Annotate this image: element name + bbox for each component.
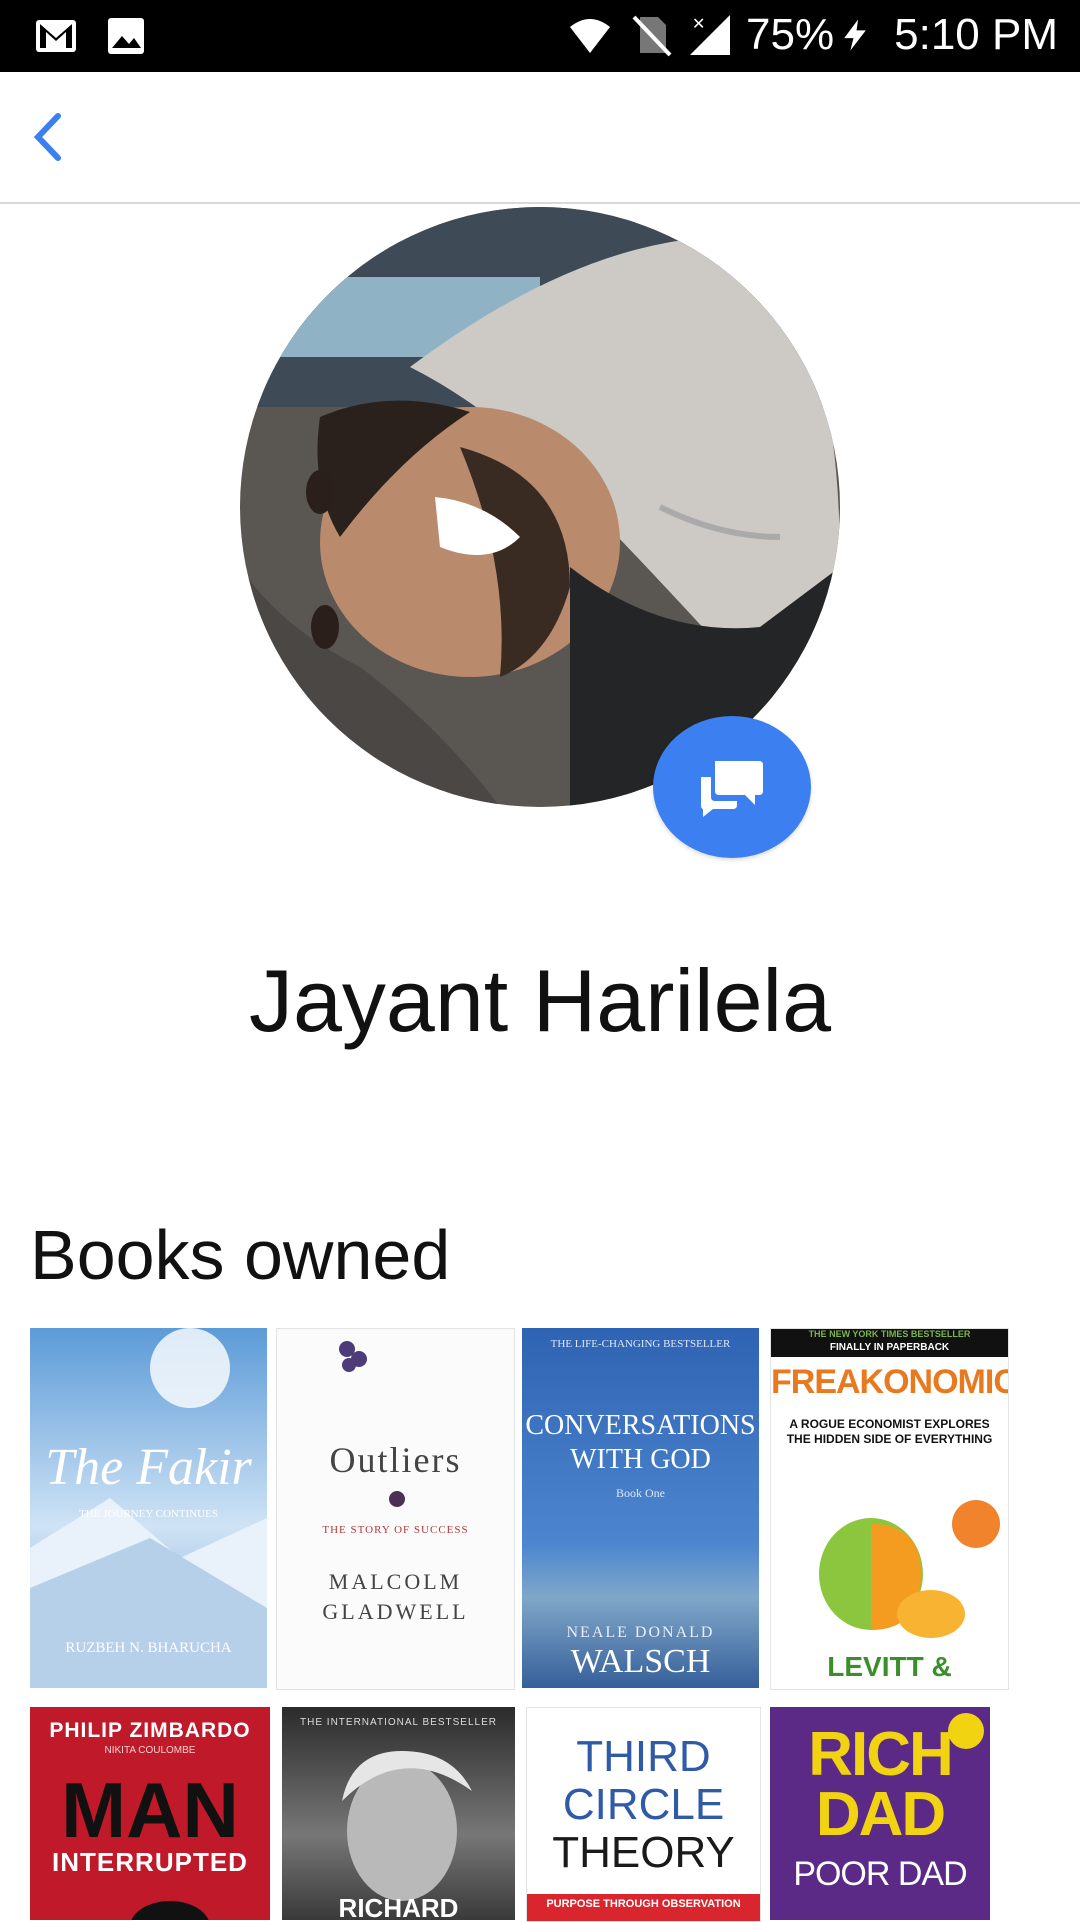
toolbar [0, 72, 1080, 204]
book-cover-conversations-with-god[interactable]: THE LIFE-CHANGING BESTSELLER CONVERSATIO… [522, 1328, 759, 1688]
book-author: MALCOLM [328, 1569, 463, 1594]
image-icon [108, 18, 144, 54]
book-subtitle: THE JOURNEY CONTINUES [79, 1508, 218, 1520]
book-title: Outliers [329, 1440, 462, 1480]
apple-orange-icon [819, 1500, 1000, 1638]
book-banner: THE INTERNATIONAL BESTSELLER [300, 1717, 497, 1728]
status-bar: ✕ 75% 5:10 PM [0, 0, 1080, 72]
signal-icon: ✕ [690, 14, 731, 55]
book-subtitle: THE STORY OF SUCCESS [322, 1524, 469, 1536]
no-sim-icon [632, 15, 672, 57]
book-volume: Book One [616, 1486, 665, 1500]
book-author: GLADWELL [322, 1599, 469, 1624]
book-cover-man-interrupted[interactable]: PHILIP ZIMBARDO NIKITA COULOMBE MAN INTE… [30, 1707, 270, 1920]
book-cover-rich-dad-poor-dad[interactable]: RICH DAD POOR DAD [770, 1707, 990, 1920]
svg-text:✕: ✕ [692, 14, 705, 33]
book-title: CONVERSATIONS [525, 1410, 756, 1441]
book-title: POOR DAD [793, 1855, 967, 1893]
book-cover-third-circle-theory[interactable]: THIRD CIRCLE THEORY PURPOSE THROUGH OBSE… [526, 1707, 761, 1922]
book-title: MAN [61, 1766, 239, 1854]
book-title: CIRCLE [562, 1780, 725, 1829]
book-cover-richard-branson[interactable]: THE INTERNATIONAL BESTSELLER RICHARD [282, 1707, 515, 1920]
book-title: DAD [815, 1780, 946, 1849]
badge-icon [948, 1713, 984, 1749]
book-cover-outliers[interactable]: Outliers THE STORY OF SUCCESS MALCOLM GL… [276, 1328, 515, 1690]
book-title: The Fakir [45, 1439, 252, 1496]
book-cover-the-fakir[interactable]: The Fakir THE JOURNEY CONTINUES RUZBEH N… [30, 1328, 267, 1688]
book-banner: THE LIFE-CHANGING BESTSELLER [550, 1338, 731, 1350]
book-author: RICHARD [338, 1893, 459, 1920]
profile-name: Jayant Harilela [248, 951, 832, 1050]
book-coauthor: NIKITA COULOMBE [104, 1745, 196, 1756]
book-title: THIRD [576, 1732, 711, 1781]
book-author: PHILIP ZIMBARDO [49, 1719, 251, 1742]
book-title: INTERRUPTED [52, 1847, 248, 1877]
book-subtitle: A ROGUE ECONOMIST EXPLORES THE HIDDEN SI… [786, 1417, 993, 1446]
book-title: FREAKONOMICS [771, 1363, 1008, 1401]
book-author: WALSCH [570, 1643, 711, 1680]
book-banner: THE NEW YORK TIMES BESTSELLER [808, 1329, 971, 1339]
back-arrow-icon[interactable] [14, 102, 84, 172]
clock: 5:10 PM [894, 10, 1058, 59]
book-title: THEORY [552, 1828, 735, 1877]
battery-percent: 75% [746, 10, 835, 59]
chat-icon [701, 761, 763, 817]
book-author: RUZBEH N. BHARUCHA [65, 1640, 232, 1656]
books-owned-heading: Books owned [30, 1216, 451, 1294]
gmail-icon [36, 20, 76, 52]
book-author: NEALE DONALD [566, 1624, 715, 1641]
book-subtitle: PURPOSE THROUGH OBSERVATION [546, 1898, 741, 1910]
book-author: LEVITT & DUBNER [827, 1651, 952, 1689]
chat-button[interactable] [653, 716, 811, 858]
book-banner: FINALLY IN PAPERBACK [829, 1342, 950, 1353]
book-title: WITH GOD [570, 1444, 711, 1475]
charging-icon [844, 19, 866, 51]
book-cover-freakonomics[interactable]: THE NEW YORK TIMES BESTSELLER FINALLY IN… [770, 1328, 1009, 1690]
wifi-icon [570, 19, 611, 53]
